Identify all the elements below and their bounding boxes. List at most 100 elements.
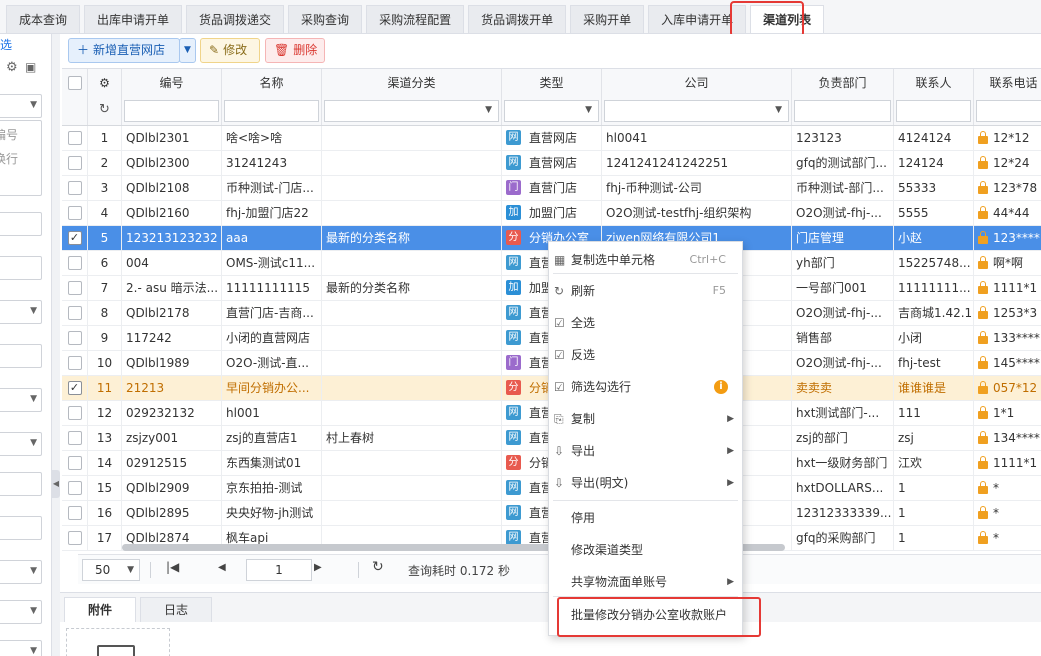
add-dropdown-button[interactable]: ▼ <box>179 38 196 63</box>
cell-code[interactable]: QDlbl2895 <box>122 501 222 526</box>
column-header-type[interactable]: 类型 <box>502 69 602 97</box>
filter-input[interactable] <box>0 344 42 368</box>
header-settings[interactable]: ⚙ <box>88 69 122 97</box>
cell-phone[interactable]: 1111*1 <box>974 276 1041 301</box>
row-checkbox[interactable] <box>67 280 82 295</box>
row-checkbox-cell[interactable]: ✓ <box>62 376 88 401</box>
cell-cat[interactable] <box>322 476 502 501</box>
cell-no[interactable]: 3 <box>88 176 122 201</box>
cell-code[interactable]: QDlbl2909 <box>122 476 222 501</box>
delete-button[interactable]: 🗑 删除 <box>265 38 325 63</box>
column-filter-code[interactable] <box>124 100 219 122</box>
row-checkbox-cell[interactable]: ✓ <box>62 226 88 251</box>
filter-input[interactable] <box>0 256 42 280</box>
cell-contact[interactable]: 55333 <box>894 176 974 201</box>
menu-item-1[interactable]: ↻ 刷新 F5 <box>549 277 742 305</box>
cell-contact[interactable]: fhj-test <box>894 351 974 376</box>
cell-phone[interactable]: 44*44 <box>974 201 1041 226</box>
cell-name[interactable]: OMS-测试c11... <box>222 251 322 276</box>
row-checkbox[interactable] <box>67 530 82 545</box>
add-store-button[interactable]: ＋新增直营网店 <box>68 38 180 63</box>
cell-no[interactable]: 16 <box>88 501 122 526</box>
column-filter-contact[interactable] <box>896 100 971 122</box>
column-filter-type[interactable]: ▼ <box>504 100 599 122</box>
cell-contact[interactable]: 1 <box>894 476 974 501</box>
cell-phone[interactable]: 145**** <box>974 351 1041 376</box>
row-checkbox[interactable] <box>67 255 82 270</box>
tab-3[interactable]: 采购查询 <box>288 5 363 33</box>
cell-phone[interactable]: * <box>974 501 1041 526</box>
filter-select[interactable]: ▼ <box>0 600 42 624</box>
cell-type[interactable]: 门直营门店 <box>502 176 602 201</box>
cell-cat[interactable] <box>322 201 502 226</box>
column-header-name[interactable]: 名称 <box>222 69 322 97</box>
cell-company[interactable]: O2O测试-testfhj-组织架构 <box>602 201 792 226</box>
cell-phone[interactable]: 123*78 <box>974 176 1041 201</box>
cell-code[interactable]: 117242 <box>122 326 222 351</box>
column-filter-name[interactable] <box>224 100 319 122</box>
row-checkbox-cell[interactable] <box>62 301 88 326</box>
cell-name[interactable]: O2O-测试-直... <box>222 351 322 376</box>
cell-no[interactable]: 15 <box>88 476 122 501</box>
info-icon[interactable]: i <box>714 380 728 394</box>
cell-no[interactable]: 4 <box>88 201 122 226</box>
cell-code[interactable]: QDlbl2108 <box>122 176 222 201</box>
cell-phone[interactable]: 057*12 <box>974 376 1041 401</box>
menu-item-8[interactable]: 停用 <box>549 504 742 532</box>
filter-select[interactable]: ▼ <box>0 432 42 456</box>
attachment-drop-area[interactable] <box>66 628 170 656</box>
tab-attachment[interactable]: 附件 <box>64 597 136 622</box>
cell-name[interactable]: zsj的直营店1 <box>222 426 322 451</box>
cell-no[interactable]: 8 <box>88 301 122 326</box>
filter-input[interactable] <box>0 472 42 496</box>
column-header-dept[interactable]: 负责部门 <box>792 69 894 97</box>
column-header-phone[interactable]: 联系电话 <box>974 69 1041 97</box>
menu-item-4[interactable]: ☑ 筛选勾选行 i <box>549 373 742 401</box>
cell-name[interactable]: fhj-加盟门店22 <box>222 201 322 226</box>
cell-type[interactable]: 加加盟门店 <box>502 201 602 226</box>
column-filter-company[interactable]: ▼ <box>604 100 789 122</box>
cell-name[interactable]: 早间分销办公... <box>222 376 322 401</box>
filter-select[interactable]: ▼ <box>0 94 42 118</box>
cell-contact[interactable]: 111 <box>894 401 974 426</box>
cell-dept[interactable]: hxtDOLLARS... <box>792 476 894 501</box>
cell-dept[interactable]: O2O测试-fhj-... <box>792 301 894 326</box>
column-header-code[interactable]: 编号 <box>122 69 222 97</box>
menu-item-10[interactable]: 共享物流面单账号 ▶ <box>549 568 742 596</box>
gear-icon[interactable]: ⚙ <box>6 60 18 75</box>
row-checkbox-cell[interactable] <box>62 201 88 226</box>
menu-item-7[interactable]: ⇩ 导出(明文) ▶ <box>549 469 742 497</box>
row-checkbox-cell[interactable] <box>62 326 88 351</box>
row-checkbox[interactable] <box>67 430 82 445</box>
cell-no[interactable]: 1 <box>88 126 122 151</box>
cell-contact[interactable]: 小闭 <box>894 326 974 351</box>
cell-code[interactable]: 02912515 <box>122 451 222 476</box>
menu-item-0[interactable]: ▦ 复制选中单元格 Ctrl+C <box>549 246 742 274</box>
cell-cat[interactable] <box>322 126 502 151</box>
row-checkbox[interactable] <box>67 305 82 320</box>
cell-contact[interactable]: 1 <box>894 526 974 551</box>
cell-cat[interactable] <box>322 501 502 526</box>
cell-no[interactable]: 6 <box>88 251 122 276</box>
cell-phone[interactable]: * <box>974 526 1041 551</box>
cell-dept[interactable]: 12312333339... <box>792 501 894 526</box>
filter-label[interactable]: 筛选 <box>0 36 12 53</box>
cell-code[interactable]: 21213 <box>122 376 222 401</box>
gear-icon[interactable]: ⚙ <box>99 76 110 90</box>
cell-phone[interactable]: 1111*1 <box>974 451 1041 476</box>
cell-name[interactable]: 币种测试-门店... <box>222 176 322 201</box>
cell-name[interactable]: 央央好物-jh测试 <box>222 501 322 526</box>
row-checkbox[interactable] <box>67 130 82 145</box>
filter-input[interactable] <box>0 516 42 540</box>
cell-dept[interactable]: O2O测试-fhj-... <box>792 201 894 226</box>
row-checkbox-cell[interactable] <box>62 426 88 451</box>
filter-input[interactable] <box>0 212 42 236</box>
cell-dept[interactable]: 123123 <box>792 126 894 151</box>
row-checkbox-cell[interactable] <box>62 126 88 151</box>
cell-dept[interactable]: 门店管理 <box>792 226 894 251</box>
table-row[interactable]: 1 QDlbl2301 啥<啥>啥网直营网店 hl0041 123123 4124124 1… <box>62 126 1041 151</box>
cell-phone[interactable]: 1*1 <box>974 401 1041 426</box>
cell-code[interactable]: QDlbl2301 <box>122 126 222 151</box>
cell-cat[interactable] <box>322 326 502 351</box>
cell-name[interactable]: 11111111115 <box>222 276 322 301</box>
